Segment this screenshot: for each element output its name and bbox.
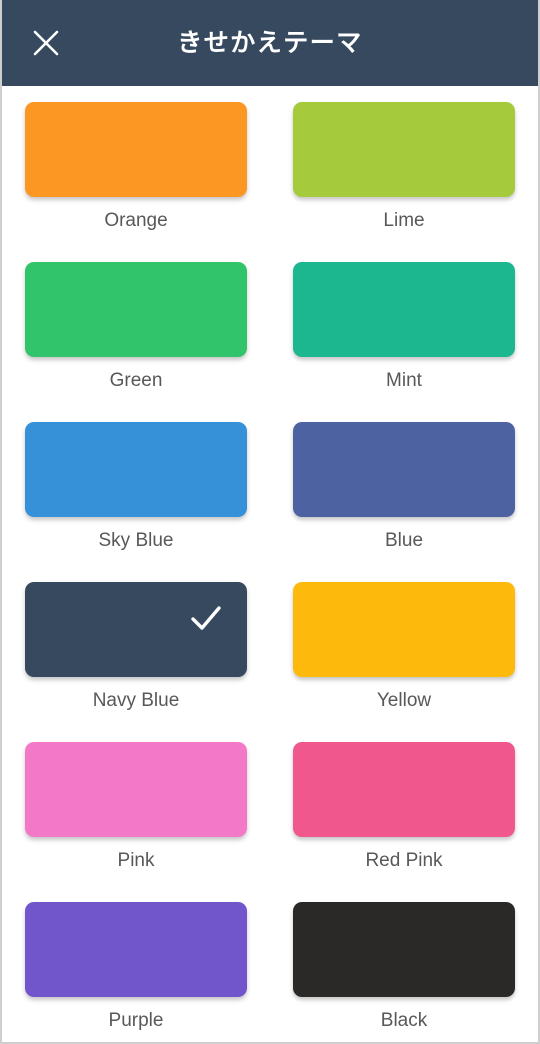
theme-label: Sky Blue — [98, 530, 174, 551]
theme-label: Pink — [117, 850, 155, 871]
theme-option-navy-blue[interactable]: Navy Blue — [2, 582, 270, 742]
theme-option-pink[interactable]: Pink — [2, 742, 270, 902]
theme-option-yellow[interactable]: Yellow — [270, 582, 538, 742]
theme-option-sky-blue[interactable]: Sky Blue — [2, 422, 270, 582]
theme-swatch[interactable] — [25, 742, 247, 837]
header-bar: きせかえテーマ — [2, 0, 538, 86]
theme-option-green[interactable]: Green — [2, 262, 270, 422]
theme-swatch[interactable] — [25, 262, 247, 357]
theme-option-mint[interactable]: Mint — [270, 262, 538, 422]
theme-option-black[interactable]: Black — [270, 902, 538, 1042]
close-icon[interactable] — [26, 23, 66, 63]
theme-label: Blue — [384, 530, 424, 551]
theme-swatch[interactable] — [293, 102, 515, 197]
theme-label: Purple — [108, 1010, 164, 1031]
theme-label: Black — [380, 1010, 428, 1031]
theme-option-purple[interactable]: Purple — [2, 902, 270, 1042]
theme-swatch[interactable] — [293, 902, 515, 997]
theme-swatch[interactable] — [293, 742, 515, 837]
theme-swatch[interactable] — [293, 262, 515, 357]
theme-swatch[interactable] — [25, 582, 247, 677]
theme-label: Yellow — [376, 690, 432, 711]
theme-swatch[interactable] — [293, 582, 515, 677]
theme-swatch[interactable] — [293, 422, 515, 517]
theme-swatch[interactable] — [25, 902, 247, 997]
check-icon — [187, 600, 225, 638]
theme-option-red-pink[interactable]: Red Pink — [270, 742, 538, 902]
theme-label: Red Pink — [365, 850, 443, 871]
theme-picker-screen: きせかえテーマ Orange Lime Green Mint Sky Blue Blue N… — [0, 0, 540, 1044]
theme-option-lime[interactable]: Lime — [270, 102, 538, 262]
theme-label: Mint — [386, 370, 422, 391]
theme-option-blue[interactable]: Blue — [270, 422, 538, 582]
theme-grid: Orange Lime Green Mint Sky Blue Blue Navy Blue… — [2, 86, 538, 1042]
page-title: きせかえテーマ — [177, 28, 363, 57]
theme-swatch[interactable] — [25, 422, 247, 517]
theme-option-orange[interactable]: Orange — [2, 102, 270, 262]
theme-label: Lime — [383, 210, 425, 231]
theme-label: Orange — [104, 210, 168, 231]
theme-label: Green — [109, 370, 163, 391]
theme-label: Navy Blue — [92, 690, 180, 711]
theme-swatch[interactable] — [25, 102, 247, 197]
